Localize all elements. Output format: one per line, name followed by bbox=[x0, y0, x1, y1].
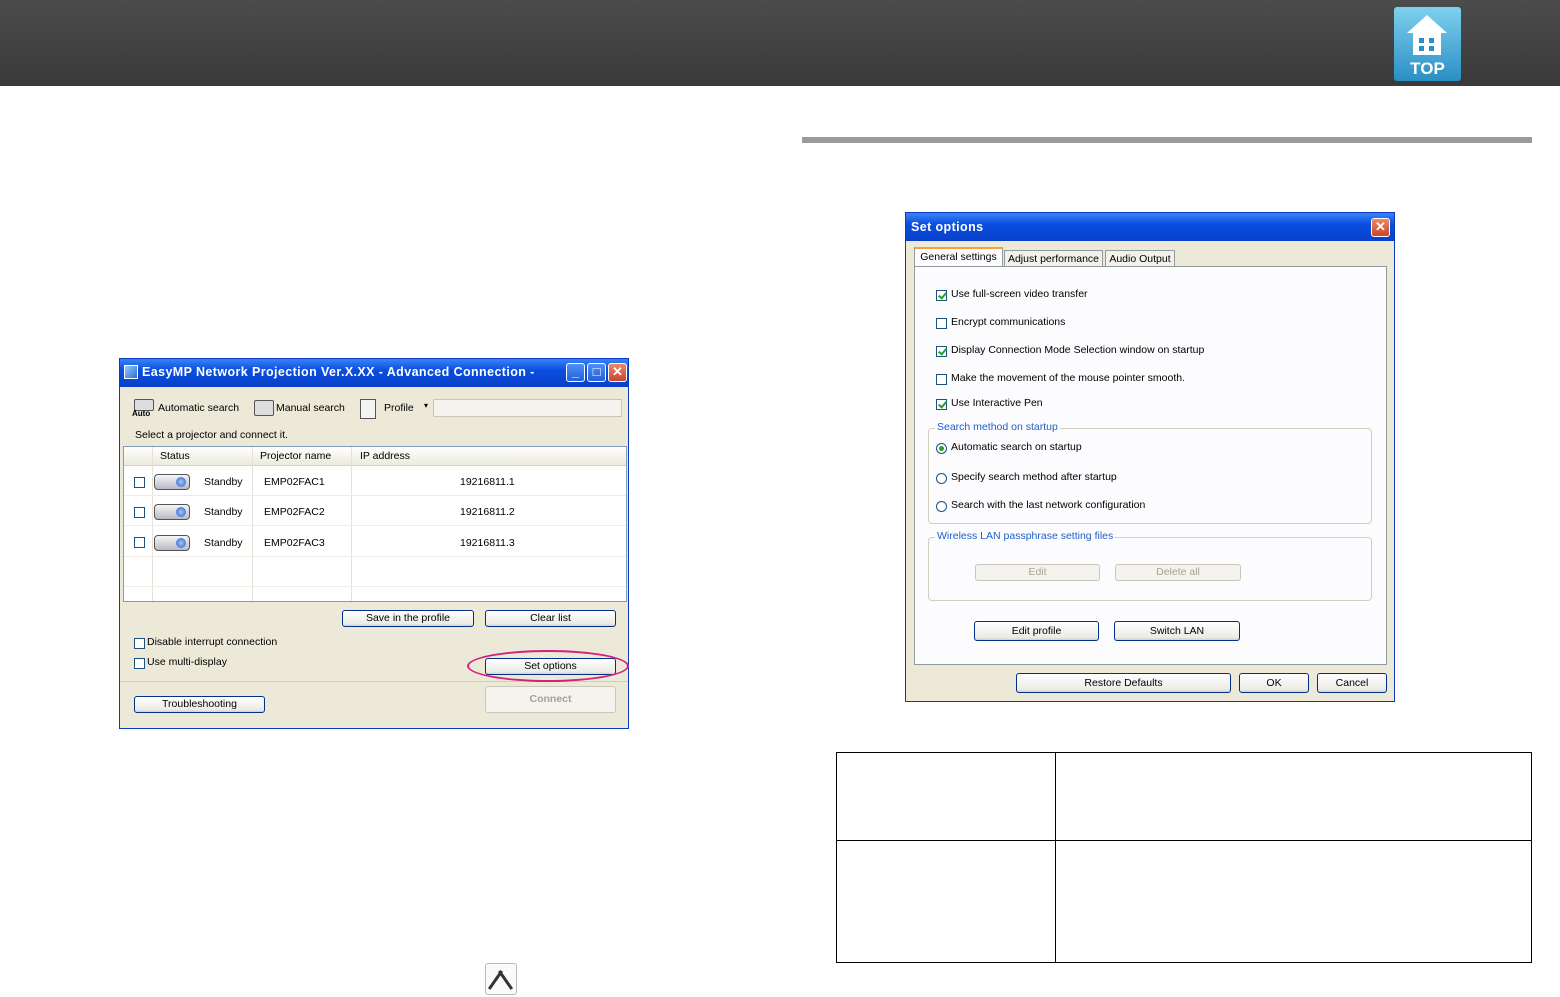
page-header-bar bbox=[0, 0, 1560, 86]
row-status: Standby bbox=[204, 506, 243, 518]
projector-list[interactable]: Status Projector name IP address Standby… bbox=[123, 446, 627, 602]
row-projector-name: EMP02FAC3 bbox=[264, 537, 325, 549]
search-method-group: Search method on startup Automatic searc… bbox=[928, 421, 1372, 524]
row-status: Standby bbox=[204, 476, 243, 488]
manual-search-icon bbox=[254, 400, 274, 416]
search-method-title: Search method on startup bbox=[935, 421, 1060, 433]
full-screen-transfer-label: Use full-screen video transfer bbox=[951, 288, 1088, 300]
manual-search-label: Manual search bbox=[276, 402, 345, 414]
row-ip-address: 19216811.2 bbox=[460, 506, 515, 518]
radio-last-network-label: Search with the last network configurati… bbox=[951, 499, 1146, 511]
automatic-search-label: Automatic search bbox=[158, 402, 240, 414]
wireless-lan-title: Wireless LAN passphrase setting files bbox=[935, 530, 1116, 542]
list-header: Status Projector name IP address bbox=[124, 447, 626, 466]
tools-icon bbox=[485, 963, 517, 995]
row-status: Standby bbox=[204, 537, 243, 549]
profile-dropdown-arrow: ▾ bbox=[424, 401, 429, 410]
ok-button[interactable]: OK bbox=[1239, 673, 1309, 693]
profile-button[interactable]: Profile ▾ bbox=[356, 397, 432, 419]
radio-automatic-search-label: Automatic search on startup bbox=[951, 441, 1082, 453]
row-checkbox[interactable] bbox=[134, 537, 145, 548]
close-button[interactable]: ✕ bbox=[608, 363, 627, 382]
connect-button[interactable]: Connect bbox=[485, 686, 616, 713]
section-rule bbox=[802, 137, 1532, 143]
table-row[interactable]: Standby EMP02FAC3 19216811.3 bbox=[124, 526, 626, 557]
disable-interrupt-label: Disable interrupt connection bbox=[147, 636, 278, 648]
interactive-pen-checkbox[interactable] bbox=[936, 399, 947, 410]
full-screen-transfer-checkbox[interactable] bbox=[936, 290, 947, 301]
row-projector-name: EMP02FAC2 bbox=[264, 506, 325, 518]
table-cell bbox=[1055, 840, 1532, 963]
highlight-oval bbox=[467, 650, 629, 682]
row-checkbox[interactable] bbox=[134, 477, 145, 488]
table-cell bbox=[1055, 752, 1532, 841]
set-options-window: Set options ✕ General settings Adjust pe… bbox=[905, 212, 1395, 702]
radio-automatic-search[interactable] bbox=[936, 443, 947, 454]
encrypt-communications-label: Encrypt communications bbox=[951, 316, 1066, 328]
troubleshooting-button[interactable]: Troubleshooting bbox=[134, 696, 265, 713]
delete-all-button[interactable]: Delete all bbox=[1115, 564, 1241, 581]
use-multi-display-label: Use multi-display bbox=[147, 656, 227, 668]
wireless-lan-group: Wireless LAN passphrase setting files Ed… bbox=[928, 530, 1372, 601]
disable-interrupt-checkbox[interactable] bbox=[134, 638, 145, 649]
radio-specify-search[interactable] bbox=[936, 473, 947, 484]
settings-table bbox=[836, 752, 1532, 963]
manual-search-button[interactable]: Manual search bbox=[250, 397, 348, 419]
switch-lan-button[interactable]: Switch LAN bbox=[1114, 621, 1240, 641]
tab-audio-output[interactable]: Audio Output bbox=[1105, 250, 1175, 267]
table-row bbox=[836, 752, 1532, 841]
clear-list-button[interactable]: Clear list bbox=[485, 610, 616, 627]
profile-label: Profile bbox=[384, 402, 414, 414]
row-ip-address: 19216811.1 bbox=[460, 476, 515, 488]
display-connection-mode-checkbox[interactable] bbox=[936, 346, 947, 357]
row-ip-address: 19216811.3 bbox=[460, 537, 515, 549]
interactive-pen-label: Use Interactive Pen bbox=[951, 397, 1043, 409]
tab-general-settings[interactable]: General settings bbox=[914, 247, 1003, 267]
column-status[interactable]: Status bbox=[160, 450, 190, 462]
radio-last-network[interactable] bbox=[936, 501, 947, 512]
table-row bbox=[836, 840, 1532, 963]
window-title: Set options bbox=[911, 220, 984, 234]
projector-icon bbox=[154, 535, 190, 551]
top-label: TOP bbox=[1410, 59, 1445, 78]
window-title: EasyMP Network Projection Ver.X.XX - Adv… bbox=[142, 365, 535, 379]
table-row[interactable]: Standby EMP02FAC2 19216811.2 bbox=[124, 496, 626, 526]
instruction-text: Select a projector and connect it. bbox=[135, 429, 288, 441]
save-in-profile-button[interactable]: Save in the profile bbox=[342, 610, 474, 627]
column-projector-name[interactable]: Projector name bbox=[260, 450, 331, 462]
row-projector-name: EMP02FAC1 bbox=[264, 476, 325, 488]
table-cell bbox=[836, 752, 1056, 841]
encrypt-communications-checkbox[interactable] bbox=[936, 318, 947, 329]
projector-icon bbox=[154, 474, 190, 490]
profile-path-field[interactable] bbox=[433, 399, 622, 417]
smooth-mouse-label: Make the movement of the mouse pointer s… bbox=[951, 372, 1186, 384]
table-row[interactable]: Standby EMP02FAC1 19216811.1 bbox=[124, 466, 626, 496]
cancel-button[interactable]: Cancel bbox=[1317, 673, 1387, 693]
minimize-button[interactable]: _ bbox=[566, 363, 585, 382]
automatic-search-button[interactable]: Auto Automatic search bbox=[130, 397, 242, 419]
profile-icon bbox=[360, 399, 376, 419]
general-settings-panel: Use full-screen video transfer Encrypt c… bbox=[914, 266, 1387, 665]
projector-icon bbox=[154, 504, 190, 520]
tab-adjust-performance[interactable]: Adjust performance bbox=[1004, 250, 1103, 267]
maximize-button[interactable]: □ bbox=[587, 363, 606, 382]
edit-passphrase-button[interactable]: Edit bbox=[975, 564, 1100, 581]
use-multi-display-checkbox[interactable] bbox=[134, 658, 145, 669]
title-bar: Set options ✕ bbox=[906, 213, 1394, 241]
display-connection-mode-label: Display Connection Mode Selection window… bbox=[951, 344, 1205, 356]
row-checkbox[interactable] bbox=[134, 507, 145, 518]
smooth-mouse-checkbox[interactable] bbox=[936, 374, 947, 385]
radio-specify-search-label: Specify search method after startup bbox=[951, 471, 1117, 483]
top-link[interactable]: TOP bbox=[1394, 7, 1461, 81]
table-cell bbox=[836, 840, 1056, 963]
close-button[interactable]: ✕ bbox=[1371, 218, 1390, 237]
column-ip-address[interactable]: IP address bbox=[360, 450, 410, 462]
auto-icon-text: Auto bbox=[132, 409, 151, 418]
edit-profile-button[interactable]: Edit profile bbox=[974, 621, 1099, 641]
home-icon-body bbox=[1413, 33, 1441, 55]
restore-defaults-button[interactable]: Restore Defaults bbox=[1016, 673, 1231, 693]
app-icon bbox=[124, 365, 138, 379]
home-icon bbox=[1407, 15, 1447, 33]
title-bar: EasyMP Network Projection Ver.X.XX - Adv… bbox=[120, 359, 628, 387]
